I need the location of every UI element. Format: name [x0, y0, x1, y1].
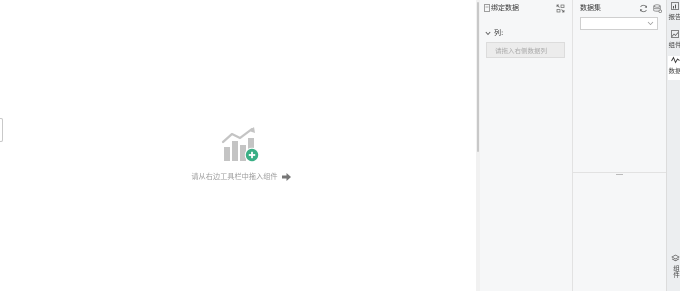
- swap-axes-icon[interactable]: [556, 4, 565, 13]
- report-icon: [671, 2, 679, 10]
- splitter-grip[interactable]: [616, 174, 623, 175]
- chevron-down-icon: [485, 31, 491, 36]
- empty-canvas-hint-text: 请从右边工具栏中拖入组件: [191, 172, 278, 181]
- tab-components-label: 组件: [668, 41, 680, 49]
- dataset-panel: 数据集: [573, 0, 666, 291]
- columns-section-toggle[interactable]: 列:: [480, 28, 572, 38]
- bind-data-panel: 绑定数据 列: 请拖入右侧数据列: [480, 0, 573, 291]
- dataset-title: 数据集: [580, 4, 601, 12]
- empty-canvas-hint: 请从右边工具栏中拖入组件: [176, 172, 306, 182]
- arrow-right-icon: [281, 173, 291, 181]
- bind-icon: [484, 4, 490, 12]
- report-canvas[interactable]: 请从右边工具栏中拖入组件: [0, 0, 476, 291]
- tab-data[interactable]: 数据: [668, 56, 680, 80]
- chevron-down-icon: [647, 21, 654, 26]
- tab-report[interactable]: 报告: [668, 2, 680, 21]
- dataset-header: 数据集: [573, 0, 666, 16]
- columns-drop-placeholder: 请拖入右侧数据列: [495, 47, 547, 55]
- left-panel-toggle[interactable]: [0, 118, 3, 142]
- dataset-select[interactable]: [580, 17, 658, 30]
- report-editor: 请从右边工具栏中拖入组件 绑定数据 列: 请拖入右侧数据列 数据集 报 组 数 …: [0, 0, 680, 291]
- columns-drop-zone[interactable]: 请拖入右侧数据列: [486, 42, 565, 58]
- bind-data-header: 绑定数据: [480, 0, 572, 16]
- tab-data-label: 数据: [668, 67, 680, 75]
- bind-data-title: 绑定数据: [491, 4, 519, 12]
- tab-report-label: 报告: [668, 13, 680, 21]
- layers-icon: [670, 254, 680, 263]
- tab-components[interactable]: 组件: [668, 30, 680, 49]
- dataset-settings-icon[interactable]: [653, 3, 662, 13]
- add-chart-icon: [221, 127, 260, 163]
- data-line-icon: [670, 56, 680, 64]
- columns-label: 列:: [494, 29, 504, 37]
- chart-image-icon: [671, 30, 679, 38]
- canvas-scrollbar-thumb[interactable]: [477, 2, 479, 152]
- refresh-icon[interactable]: [639, 4, 648, 13]
- dataset-panel-splitter[interactable]: [573, 172, 666, 176]
- empty-canvas-placeholder: 请从右边工具栏中拖入组件: [176, 126, 306, 182]
- component-tree-tab[interactable]: 组件: [669, 254, 680, 278]
- component-tree-label: 组件: [671, 265, 680, 278]
- right-tab-rail: 报告 组件 数据 组件: [666, 0, 680, 291]
